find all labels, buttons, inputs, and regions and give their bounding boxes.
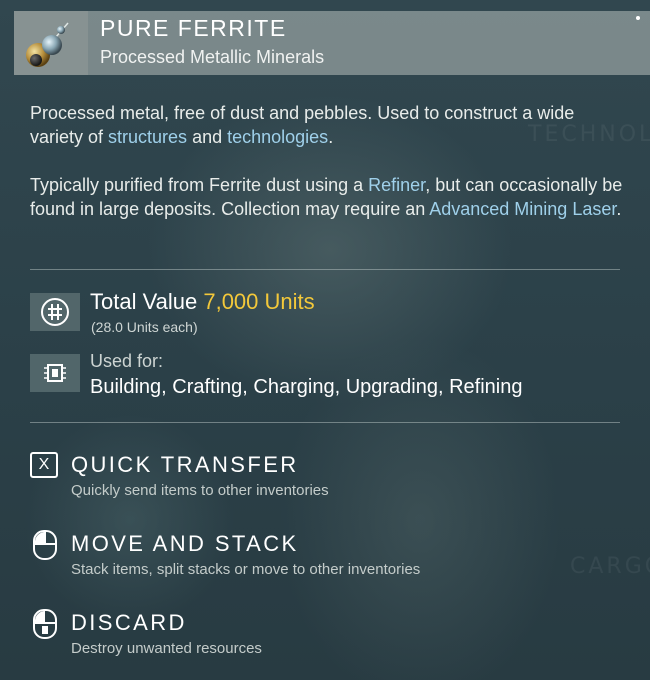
used-for-list: Building, Crafting, Charging, Upgrading,… bbox=[90, 376, 523, 398]
used-for-label: Used for: bbox=[90, 351, 164, 371]
discard-action[interactable]: DISCARD Destroy unwanted resources bbox=[30, 608, 630, 660]
mouse-left-click-icon bbox=[30, 529, 62, 561]
total-value-amount: 7,000 Units bbox=[203, 289, 315, 314]
quick-transfer-action[interactable]: X QUICK TRANSFER Quickly send items to o… bbox=[30, 450, 630, 502]
indicator-dot bbox=[636, 16, 640, 20]
divider-bottom bbox=[30, 422, 620, 423]
move-and-stack-label: MOVE AND STACK bbox=[71, 531, 299, 556]
description-text: Typically purified from Ferrite dust usi… bbox=[30, 175, 369, 195]
discard-label: DISCARD bbox=[71, 610, 187, 635]
mouse-hold-icon bbox=[30, 608, 62, 640]
quick-transfer-description: Quickly send items to other inventories bbox=[71, 482, 329, 499]
usage-icon-box bbox=[30, 354, 80, 392]
description-text: . bbox=[616, 199, 622, 219]
refiner-link[interactable]: Refiner bbox=[368, 175, 425, 195]
total-value: Total Value 7,000 Units bbox=[90, 289, 315, 315]
unit-value: (28.0 Units each) bbox=[91, 319, 198, 335]
description-text: and bbox=[187, 127, 228, 147]
move-and-stack-action[interactable]: MOVE AND STACK Stack items, split stacks… bbox=[30, 529, 630, 581]
item-thumbnail bbox=[14, 11, 88, 75]
item-title: PURE FERRITE bbox=[100, 15, 287, 41]
chip-icon bbox=[44, 364, 66, 382]
ferrite-orbs-icon bbox=[26, 22, 69, 67]
item-category: Processed Metallic Minerals bbox=[100, 47, 325, 67]
advanced-mining-laser-link[interactable]: Advanced Mining Laser bbox=[429, 199, 616, 219]
item-header: PURE FERRITE Processed Metallic Minerals bbox=[14, 11, 650, 75]
quick-transfer-label: QUICK TRANSFER bbox=[71, 452, 299, 477]
move-and-stack-description: Stack items, split stacks or move to oth… bbox=[71, 561, 421, 578]
divider-top bbox=[30, 269, 620, 270]
x-key-label: X bbox=[30, 452, 58, 478]
units-currency-icon bbox=[41, 298, 69, 326]
item-origin-description: Typically purified from Ferrite dust usi… bbox=[30, 173, 630, 221]
total-value-label: Total Value bbox=[90, 289, 198, 314]
x-key-icon: X bbox=[30, 450, 62, 482]
description-text: . bbox=[328, 127, 334, 147]
structures-link[interactable]: structures bbox=[108, 127, 187, 147]
discard-description: Destroy unwanted resources bbox=[71, 640, 262, 657]
technologies-link[interactable]: technologies bbox=[227, 127, 328, 147]
item-description: Processed metal, free of dust and pebble… bbox=[30, 101, 630, 149]
value-icon-box bbox=[30, 293, 80, 331]
